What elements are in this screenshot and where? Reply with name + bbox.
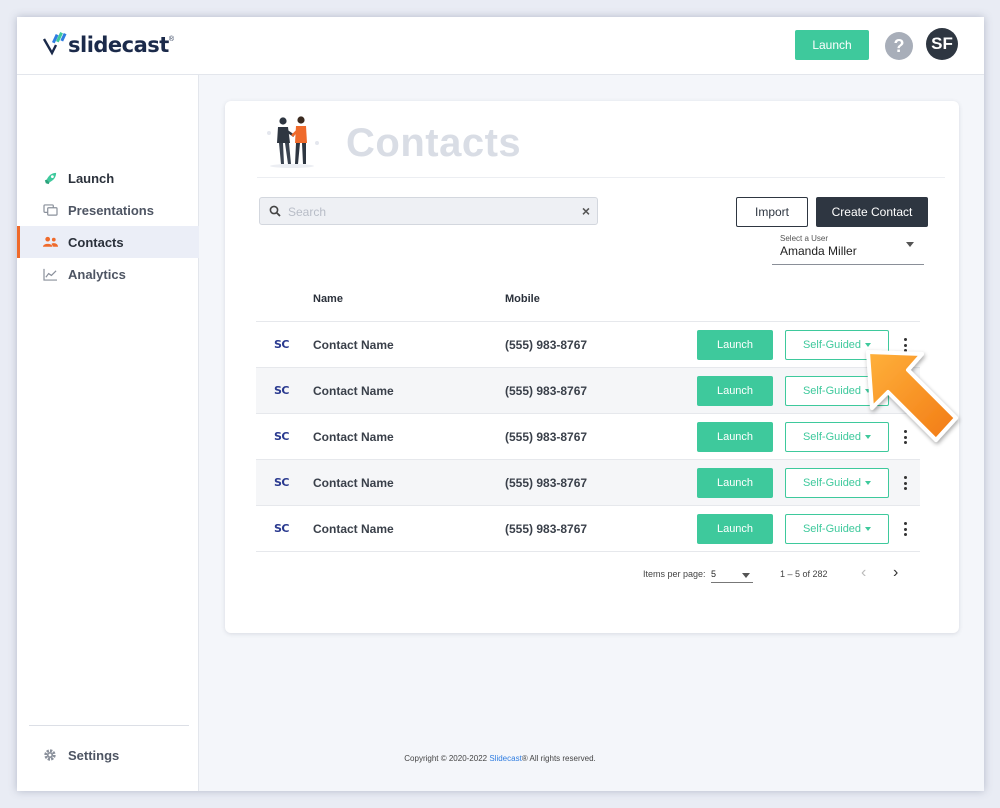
more-options-icon[interactable]: [900, 520, 910, 538]
contact-mobile: (555) 983-8767: [505, 384, 588, 398]
sidebar-item-label: Contacts: [68, 234, 124, 250]
contact-mobile: (555) 983-8767: [505, 338, 588, 352]
items-per-page-value: 5: [711, 569, 717, 579]
contacts-illustration: [261, 109, 323, 169]
user-avatar[interactable]: SF: [926, 28, 958, 60]
caret-down-icon: [865, 435, 872, 440]
logo-mark-icon: [42, 32, 67, 56]
caret-down-icon: [865, 481, 872, 486]
more-options-icon[interactable]: [900, 428, 910, 446]
table-row[interactable]: SC Contact Name (555) 983-8767 Launch Se…: [256, 413, 920, 459]
contact-name: Contact Name: [313, 338, 394, 352]
contacts-card: Contacts × Import Create Contact Select …: [225, 101, 959, 633]
slidecast-logo[interactable]: slidecast ®: [42, 31, 174, 57]
self-guided-label: Self-Guided: [802, 523, 862, 535]
footer-prefix: Copyright © 2020-2022: [404, 754, 488, 763]
company-logo: SC: [274, 338, 290, 351]
self-guided-label: Self-Guided: [802, 431, 862, 443]
sidebar-item-presentations[interactable]: Presentations: [17, 194, 199, 226]
self-guided-dropdown[interactable]: Self-Guided: [785, 514, 889, 544]
more-options-icon[interactable]: [900, 382, 910, 400]
sidebar-item-label: Launch: [68, 170, 115, 186]
search-icon: [269, 204, 281, 222]
create-contact-button[interactable]: Create Contact: [816, 197, 928, 227]
user-select-dropdown[interactable]: Select a User Amanda Miller: [772, 232, 924, 265]
contact-name: Contact Name: [313, 430, 394, 444]
sidebar: Launch Presentations Contacts Analytics: [17, 75, 199, 791]
contact-mobile: (555) 983-8767: [505, 430, 588, 444]
self-guided-dropdown[interactable]: Self-Guided: [785, 376, 889, 406]
contact-name: Contact Name: [313, 384, 394, 398]
title-divider: [257, 177, 945, 178]
self-guided-dropdown[interactable]: Self-Guided: [785, 422, 889, 452]
items-per-page-select[interactable]: 5: [711, 565, 753, 583]
sidebar-item-launch[interactable]: Launch: [17, 162, 199, 194]
sidebar-divider: [29, 725, 189, 726]
self-guided-dropdown[interactable]: Self-Guided: [785, 468, 889, 498]
self-guided-label: Self-Guided: [802, 477, 862, 489]
table-bottom-border: [256, 551, 920, 552]
slides-icon: [42, 202, 58, 218]
previous-page-icon[interactable]: ‹: [861, 565, 866, 581]
table-row[interactable]: SC Contact Name (555) 983-8767 Launch Se…: [256, 321, 920, 367]
column-header-mobile[interactable]: Mobile: [505, 293, 540, 305]
sidebar-item-label: Analytics: [68, 266, 126, 282]
company-logo: SC: [274, 522, 290, 535]
sidebar-item-analytics[interactable]: Analytics: [17, 258, 199, 290]
self-guided-dropdown[interactable]: Self-Guided: [785, 330, 889, 360]
caret-down-icon: [865, 343, 872, 348]
logo-text: slidecast: [68, 33, 169, 57]
footer-copyright: Copyright © 2020-2022 Slidecast® All rig…: [0, 754, 1000, 763]
top-bar: slidecast ® Launch ? SF: [17, 17, 984, 75]
chevron-down-icon: [906, 242, 914, 247]
app-window: slidecast ® Launch ? SF Launch Presentat…: [17, 17, 984, 791]
row-launch-button[interactable]: Launch: [697, 376, 773, 406]
caret-down-icon: [865, 527, 872, 532]
footer-suffix: ® All rights reserved.: [521, 754, 596, 763]
company-logo: SC: [274, 384, 290, 397]
contact-mobile: (555) 983-8767: [505, 476, 588, 490]
sidebar-item-label: Presentations: [68, 202, 154, 218]
row-launch-button[interactable]: Launch: [697, 422, 773, 452]
user-select-label: Select a User: [780, 234, 829, 243]
caret-down-icon: [865, 389, 872, 394]
items-per-page-label: Items per page:: [643, 569, 706, 579]
rocket-icon: [42, 170, 58, 186]
column-header-name[interactable]: Name: [313, 293, 343, 305]
clear-search-icon[interactable]: ×: [582, 203, 590, 219]
row-launch-button[interactable]: Launch: [697, 468, 773, 498]
logo-trademark: ®: [168, 36, 174, 43]
company-logo: SC: [274, 430, 290, 443]
header-launch-button[interactable]: Launch: [795, 30, 869, 60]
company-logo: SC: [274, 476, 290, 489]
table-row[interactable]: SC Contact Name (555) 983-8767 Launch Se…: [256, 367, 920, 413]
row-launch-button[interactable]: Launch: [697, 330, 773, 360]
help-icon[interactable]: ?: [885, 32, 913, 60]
pagination-range: 1 – 5 of 282: [780, 569, 828, 579]
contact-mobile: (555) 983-8767: [505, 522, 588, 536]
more-options-icon[interactable]: [900, 474, 910, 492]
chevron-down-icon: [742, 573, 750, 578]
user-select-value: Amanda Miller: [780, 244, 857, 258]
contact-name: Contact Name: [313, 476, 394, 490]
table-row[interactable]: SC Contact Name (555) 983-8767 Launch Se…: [256, 505, 920, 551]
import-button[interactable]: Import: [736, 197, 808, 227]
sidebar-item-contacts[interactable]: Contacts: [17, 226, 199, 258]
self-guided-label: Self-Guided: [802, 339, 862, 351]
contacts-table: SC Contact Name (555) 983-8767 Launch Se…: [256, 321, 920, 552]
chart-icon: [42, 266, 58, 282]
search-box[interactable]: ×: [259, 197, 598, 225]
self-guided-label: Self-Guided: [802, 385, 862, 397]
contact-name: Contact Name: [313, 522, 394, 536]
search-input[interactable]: [288, 202, 568, 222]
table-row[interactable]: SC Contact Name (555) 983-8767 Launch Se…: [256, 459, 920, 505]
row-launch-button[interactable]: Launch: [697, 514, 773, 544]
next-page-icon[interactable]: ›: [893, 565, 898, 581]
page-title: Contacts: [346, 121, 522, 165]
footer-brand-link[interactable]: Slidecast: [489, 754, 521, 763]
people-icon: [42, 234, 58, 250]
more-options-icon[interactable]: [900, 336, 910, 354]
